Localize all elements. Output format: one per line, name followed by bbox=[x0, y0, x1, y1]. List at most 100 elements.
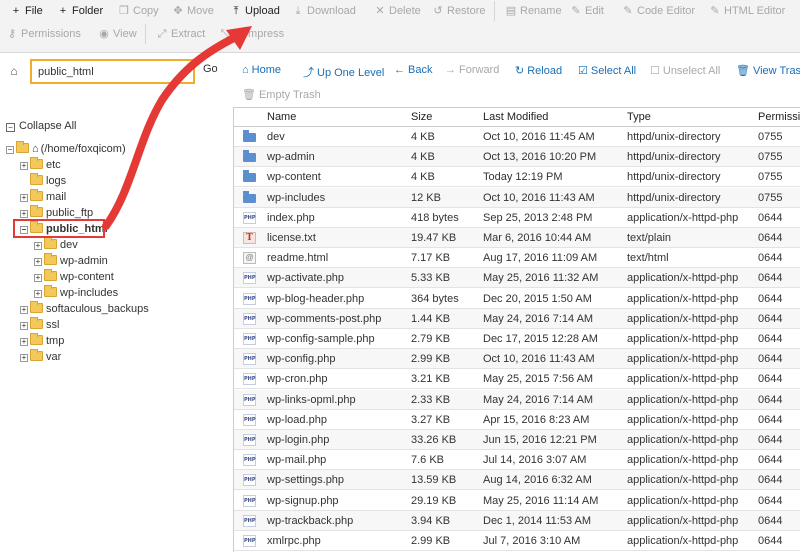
move-button[interactable]: ✥ Move bbox=[172, 1, 214, 21]
cell-name: wp-content bbox=[267, 171, 321, 184]
table-row[interactable]: wp-config-sample.php 2.79 KB Dec 17, 2015 … bbox=[234, 329, 800, 349]
empty-trash-button[interactable]: 🗑 Empty Trash bbox=[242, 88, 321, 101]
cell-size: 29.19 KB bbox=[411, 494, 457, 507]
restore-button[interactable]: ↺ Restore bbox=[432, 1, 485, 21]
cell-permissions: 0644 bbox=[758, 272, 783, 285]
table-row[interactable]: index.php 418 bytes Sep 25, 2013 2:48 PM ap… bbox=[234, 208, 800, 228]
column-permissions[interactable]: Permissions bbox=[758, 108, 800, 128]
go-button[interactable]: Go bbox=[203, 63, 218, 75]
tree-item-wp-includes[interactable]: + wp-includes bbox=[34, 285, 118, 301]
unselect-all-button[interactable]: ☐ Unselect All bbox=[650, 64, 720, 77]
folder-icon bbox=[30, 173, 43, 185]
tree-item-dev[interactable]: + dev bbox=[34, 237, 78, 253]
collapse-all-button[interactable]: − Collapse All bbox=[6, 120, 76, 132]
cell-permissions: 0755 bbox=[758, 171, 783, 184]
path-input[interactable] bbox=[30, 59, 195, 84]
reload-button[interactable]: ↻ Reload bbox=[515, 64, 562, 77]
home-button[interactable]: ⌂ Home bbox=[242, 64, 281, 76]
forward-button[interactable]: → Forward bbox=[445, 64, 499, 76]
column-type[interactable]: Type bbox=[627, 108, 651, 128]
column-size[interactable]: Size bbox=[411, 108, 432, 128]
expand-icon: + bbox=[20, 353, 28, 362]
view-button[interactable]: ◉ View bbox=[98, 24, 136, 44]
table-row[interactable]: wp-settings.php 13.59 KB Aug 14, 2016 6:32… bbox=[234, 470, 800, 491]
table-row[interactable]: wp-config.php 2.99 KB Oct 10, 2016 11:43 A… bbox=[234, 349, 800, 370]
table-row[interactable]: wp-cron.php 3.21 KB May 25, 2015 7:56 AM ap… bbox=[234, 369, 800, 390]
cell-type: httpd/unix-directory bbox=[627, 131, 721, 143]
php-file-icon bbox=[243, 272, 256, 285]
table-row[interactable]: wp-signup.php 29.19 KB May 25, 2016 11:14 … bbox=[234, 491, 800, 511]
table-row[interactable]: wp-load.php 3.27 KB Apr 15, 2016 8:23 AM ap… bbox=[234, 410, 800, 430]
folder-icon bbox=[30, 333, 43, 345]
code-editor-icon: ✎ bbox=[623, 5, 633, 17]
tree-item-etc[interactable]: + etc bbox=[20, 157, 61, 173]
table-row[interactable]: wp-mail.php 7.6 KB Jul 14, 2016 3:07 AM app… bbox=[234, 450, 800, 471]
cell-name: wp-load.php bbox=[267, 413, 327, 426]
permissions-button[interactable]: ⚷ Permissions bbox=[6, 24, 81, 44]
php-file-icon bbox=[243, 413, 256, 426]
cell-last-modified: Aug 14, 2016 6:32 AM bbox=[483, 474, 592, 487]
tree-item-softaculous-backups[interactable]: + softaculous_backups bbox=[20, 301, 149, 317]
table-row[interactable]: dev 4 KB Oct 10, 2016 11:45 AM httpd/unix-d… bbox=[234, 127, 800, 147]
cell-permissions: 0644 bbox=[758, 353, 783, 366]
tree-item-ssl[interactable]: + ssl bbox=[20, 317, 59, 333]
cell-type: application/x-httpd-php bbox=[627, 211, 739, 224]
select-all-button[interactable]: ☑ Select All bbox=[578, 64, 636, 77]
tree-item-wp-admin[interactable]: + wp-admin bbox=[34, 253, 108, 269]
column-name[interactable]: Name bbox=[267, 108, 296, 128]
upload-button[interactable]: ⤒ Upload bbox=[230, 1, 280, 21]
table-row[interactable]: wp-login.php 33.26 KB Jun 15, 2016 12:21 P… bbox=[234, 430, 800, 450]
new-file-button[interactable]: + File bbox=[10, 1, 43, 21]
cell-name: wp-admin bbox=[267, 151, 315, 164]
table-row[interactable]: wp-links-opml.php 2.33 KB May 24, 2016 7:1… bbox=[234, 389, 800, 410]
table-row[interactable]: wp-trackback.php 3.94 KB Dec 1, 2014 11:53… bbox=[234, 510, 800, 531]
delete-button[interactable]: ✕ Delete bbox=[374, 1, 420, 21]
download-button[interactable]: ⤓ Download bbox=[292, 1, 356, 21]
table-row[interactable]: license.txt 19.47 KB Mar 6, 2016 10:44 AM t… bbox=[234, 228, 800, 248]
cell-permissions: 0644 bbox=[758, 211, 783, 224]
table-row[interactable]: wp-comments-post.php 1.44 KB May 24, 2016 … bbox=[234, 308, 800, 329]
table-row[interactable]: wp-content 4 KB Today 12:19 PM httpd/unix-d… bbox=[234, 167, 800, 188]
cell-type: httpd/unix-directory bbox=[627, 171, 721, 184]
php-file-icon bbox=[243, 211, 256, 224]
rename-button[interactable]: ▤ Rename bbox=[505, 1, 562, 21]
tree-item-wp-content[interactable]: + wp-content bbox=[34, 269, 114, 285]
edit-button[interactable]: ✎ Edit bbox=[570, 1, 604, 21]
cell-name: wp-links-opml.php bbox=[267, 393, 356, 406]
folder-icon bbox=[30, 157, 43, 169]
toolbar-divider bbox=[494, 1, 495, 21]
tree-root[interactable]: − ⌂ (/home/foxqicom) bbox=[6, 141, 126, 157]
home-icon: ⌂ bbox=[242, 64, 249, 76]
cell-type: application/x-httpd-php bbox=[627, 272, 739, 285]
tree-item-logs[interactable]: logs bbox=[30, 173, 66, 189]
cell-last-modified: Mar 6, 2016 10:44 AM bbox=[483, 232, 592, 244]
copy-button[interactable]: ❐ Copy bbox=[118, 1, 159, 21]
new-folder-button[interactable]: + Folder bbox=[57, 1, 103, 21]
compress-button[interactable]: ⤡ Compress bbox=[219, 24, 285, 44]
home-icon[interactable]: ⌂ bbox=[4, 62, 24, 80]
folder-icon bbox=[243, 130, 256, 142]
table-row[interactable]: xmlrpc.php 2.99 KB Jul 7, 2016 3:10 AM appl… bbox=[234, 531, 800, 551]
table-row[interactable]: wp-admin 4 KB Oct 13, 2016 10:20 PM httpd/u… bbox=[234, 147, 800, 168]
back-button[interactable]: ← Back bbox=[394, 64, 432, 76]
restore-icon: ↺ bbox=[433, 5, 443, 17]
tree-item-var[interactable]: + var bbox=[20, 349, 61, 365]
code-editor-button[interactable]: ✎ Code Editor bbox=[622, 1, 695, 21]
extract-button[interactable]: ⤢ Extract bbox=[156, 24, 206, 44]
tree-item-mail[interactable]: + mail bbox=[20, 189, 66, 205]
table-row[interactable]: wp-blog-header.php 364 bytes Dec 20, 2015 … bbox=[234, 289, 800, 309]
tree-item-tmp[interactable]: + tmp bbox=[20, 333, 64, 349]
folder-icon bbox=[30, 349, 43, 361]
table-row[interactable]: readme.html 7.17 KB Aug 17, 2016 11:09 AM t… bbox=[234, 248, 800, 269]
column-last-modified[interactable]: Last Modified bbox=[483, 108, 548, 128]
edit-icon: ✎ bbox=[571, 5, 581, 17]
download-icon: ⤓ bbox=[295, 5, 301, 17]
cell-last-modified: Dec 17, 2015 12:28 AM bbox=[483, 333, 598, 345]
up-one-level-button[interactable]: ⤴ Up One Level bbox=[303, 64, 384, 80]
view-trash-button[interactable]: 🗑View Trash bbox=[736, 64, 800, 77]
table-row[interactable]: wp-includes 12 KB Oct 10, 2016 11:43 AM htt… bbox=[234, 187, 800, 208]
arrow-right-icon: → bbox=[445, 64, 456, 76]
table-row[interactable]: wp-activate.php 5.33 KB May 25, 2016 11:32… bbox=[234, 268, 800, 289]
html-editor-button[interactable]: ✎ HTML Editor bbox=[709, 1, 785, 21]
upload-icon: ⤒ bbox=[233, 5, 239, 17]
